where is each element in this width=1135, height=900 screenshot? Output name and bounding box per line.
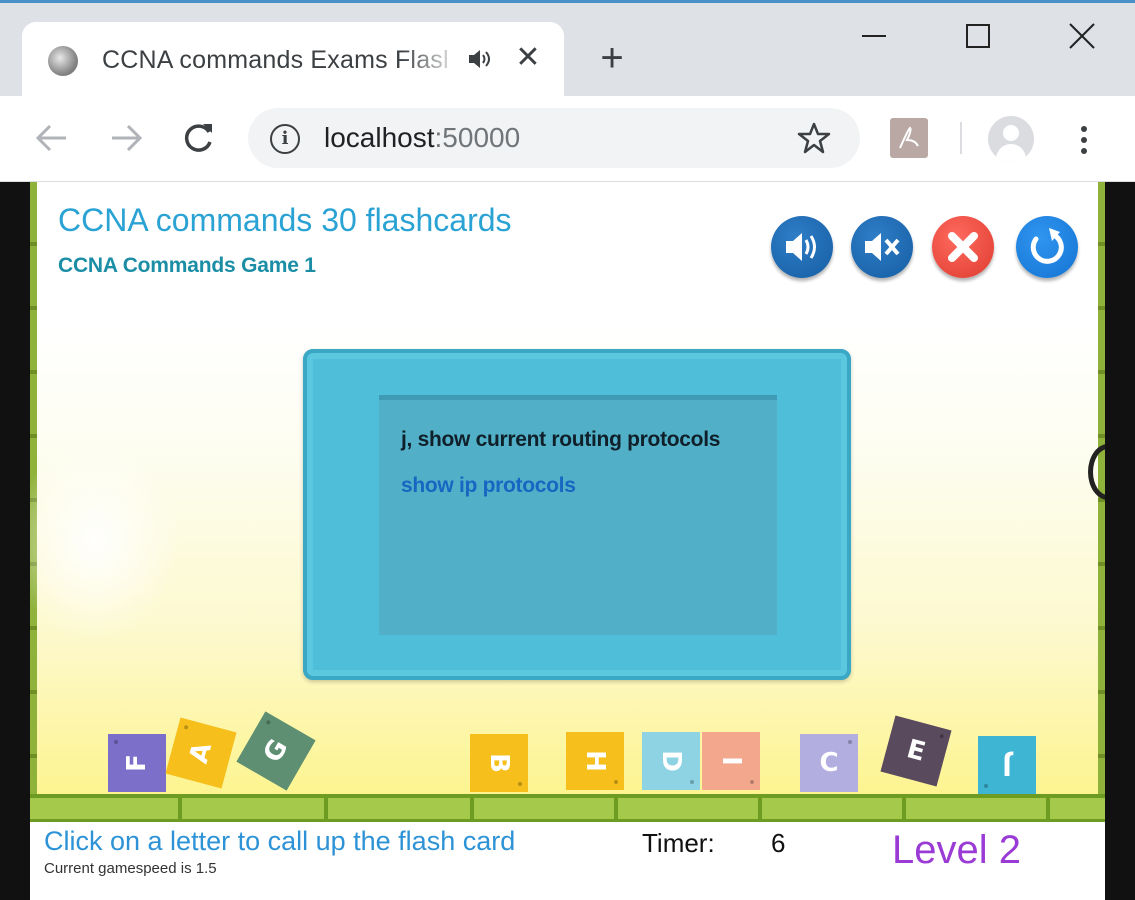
- reload-icon[interactable]: [176, 116, 220, 160]
- tab-title-fade: [402, 38, 462, 78]
- forward-arrow-icon[interactable]: [104, 116, 148, 160]
- restart-button[interactable]: [1016, 216, 1078, 278]
- maximize-button[interactable]: [958, 18, 998, 54]
- back-arrow-icon[interactable]: [30, 116, 74, 160]
- game-status-bar: Click on a letter to call up the flash c…: [30, 822, 1105, 900]
- restart-icon: [1030, 228, 1064, 264]
- letter-tile-c[interactable]: C: [800, 734, 858, 792]
- audio-playing-icon[interactable]: [466, 46, 492, 72]
- minimize-button[interactable]: [854, 18, 894, 54]
- letter-tile-b[interactable]: B: [470, 734, 528, 792]
- side-ring-decoration: [1088, 444, 1105, 500]
- window-top-border: [0, 0, 1135, 3]
- game-title: CCNA commands 30 flashcards: [58, 202, 512, 238]
- favicon-icon: [48, 46, 78, 76]
- url-port: :50000: [434, 122, 521, 153]
- bamboo-ground: [30, 794, 1105, 822]
- browser-titlebar: CCNA commands Exams Flashcards ✕ +: [0, 0, 1135, 98]
- letter-tile-d[interactable]: D: [642, 732, 700, 790]
- cloud-decoration: [30, 442, 180, 642]
- address-bar[interactable]: i localhost:50000: [248, 108, 860, 168]
- bookmark-star-icon[interactable]: [796, 120, 832, 156]
- sound-on-button[interactable]: [771, 216, 833, 278]
- timer-value: 6: [771, 828, 786, 858]
- instruction-text: Click on a letter to call up the flash c…: [44, 826, 516, 856]
- flash-card: j, show current routing protocols show i…: [303, 349, 851, 680]
- close-icon: [948, 232, 978, 262]
- game-subtitle: CCNA Commands Game 1: [58, 254, 316, 277]
- browser-tab[interactable]: CCNA commands Exams Flashcards ✕: [22, 22, 564, 98]
- browser-toolbar: i localhost:50000: [0, 96, 1135, 182]
- browser-menu-icon[interactable]: [1070, 120, 1098, 160]
- game-canvas[interactable]: CCNA commands 30 flashcards CCNA Command…: [30, 182, 1105, 900]
- toolbar-separator: [960, 122, 962, 154]
- pdf-extension-icon[interactable]: [890, 118, 928, 158]
- mute-button[interactable]: [851, 216, 913, 278]
- new-tab-button[interactable]: +: [592, 38, 632, 78]
- letter-tile-f[interactable]: F: [108, 734, 166, 792]
- timer-label: Timer:: [642, 828, 715, 858]
- card-answer: show ip protocols: [401, 474, 576, 497]
- level-indicator: Level 2: [892, 828, 1021, 872]
- letter-tile-j[interactable]: J: [978, 736, 1036, 794]
- mute-icon: [865, 233, 900, 261]
- speaker-icon: [786, 233, 816, 261]
- page-viewport: CCNA commands 30 flashcards CCNA Command…: [0, 182, 1135, 900]
- flash-card-content: j, show current routing protocols show i…: [379, 395, 777, 635]
- game-speed-text: Current gamespeed is 1.5: [44, 860, 217, 877]
- tab-close-button[interactable]: ✕: [512, 42, 544, 74]
- bamboo-border-right: [1098, 182, 1105, 822]
- window-close-button[interactable]: [1062, 18, 1102, 54]
- letter-tile-e[interactable]: E: [880, 715, 952, 787]
- letter-tile-a[interactable]: A: [165, 717, 237, 789]
- profile-avatar-icon[interactable]: [988, 116, 1034, 162]
- url-host: localhost: [324, 122, 435, 153]
- letter-tile-i[interactable]: I: [702, 732, 760, 790]
- letter-tile-h[interactable]: H: [566, 732, 624, 790]
- site-info-icon[interactable]: i: [270, 124, 300, 154]
- url-text[interactable]: localhost:50000: [324, 122, 520, 154]
- tab-title: CCNA commands Exams Flashcards: [102, 46, 447, 74]
- close-game-button[interactable]: [932, 216, 994, 278]
- letter-tile-g[interactable]: G: [236, 711, 316, 791]
- card-question: j, show current routing protocols: [401, 428, 721, 451]
